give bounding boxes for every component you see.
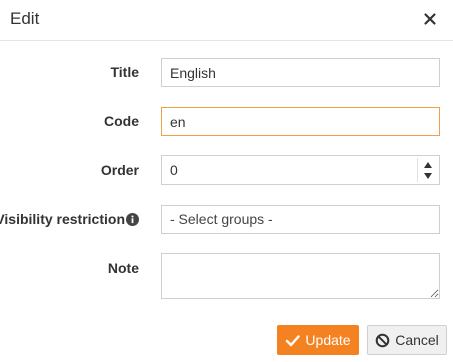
- code-label: Code: [104, 113, 139, 129]
- visibility-select[interactable]: - Select groups -: [161, 205, 440, 234]
- title-input[interactable]: [161, 58, 440, 87]
- close-icon[interactable]: [420, 9, 440, 29]
- order-label: Order: [100, 162, 139, 178]
- note-textarea[interactable]: [161, 253, 440, 299]
- cancel-label: Cancel: [395, 332, 439, 348]
- edit-dialog: Edit Title Code Order 0 Visibility restr…: [0, 0, 453, 362]
- checkmark-icon: [285, 333, 301, 348]
- update-button[interactable]: Update: [277, 325, 359, 355]
- dialog-title: Edit: [10, 9, 40, 28]
- note-label: Note: [107, 260, 139, 276]
- title-label: Title: [110, 64, 139, 80]
- code-input[interactable]: [161, 107, 440, 136]
- visibility-label: Visibility restriction: [0, 211, 139, 227]
- visibility-selected-value: - Select groups -: [170, 211, 273, 227]
- order-stepper[interactable]: 0: [161, 155, 440, 185]
- order-spinner: [417, 158, 437, 182]
- visibility-label-text: Visibility restriction: [0, 211, 125, 227]
- order-value[interactable]: 0: [170, 162, 178, 178]
- ban-icon: [375, 333, 390, 348]
- spin-up-icon[interactable]: [423, 160, 433, 170]
- info-icon[interactable]: [126, 212, 139, 226]
- dialog-header: Edit: [0, 0, 453, 41]
- spin-down-icon[interactable]: [423, 171, 433, 181]
- cancel-button[interactable]: Cancel: [367, 325, 447, 355]
- update-label: Update: [305, 332, 351, 348]
